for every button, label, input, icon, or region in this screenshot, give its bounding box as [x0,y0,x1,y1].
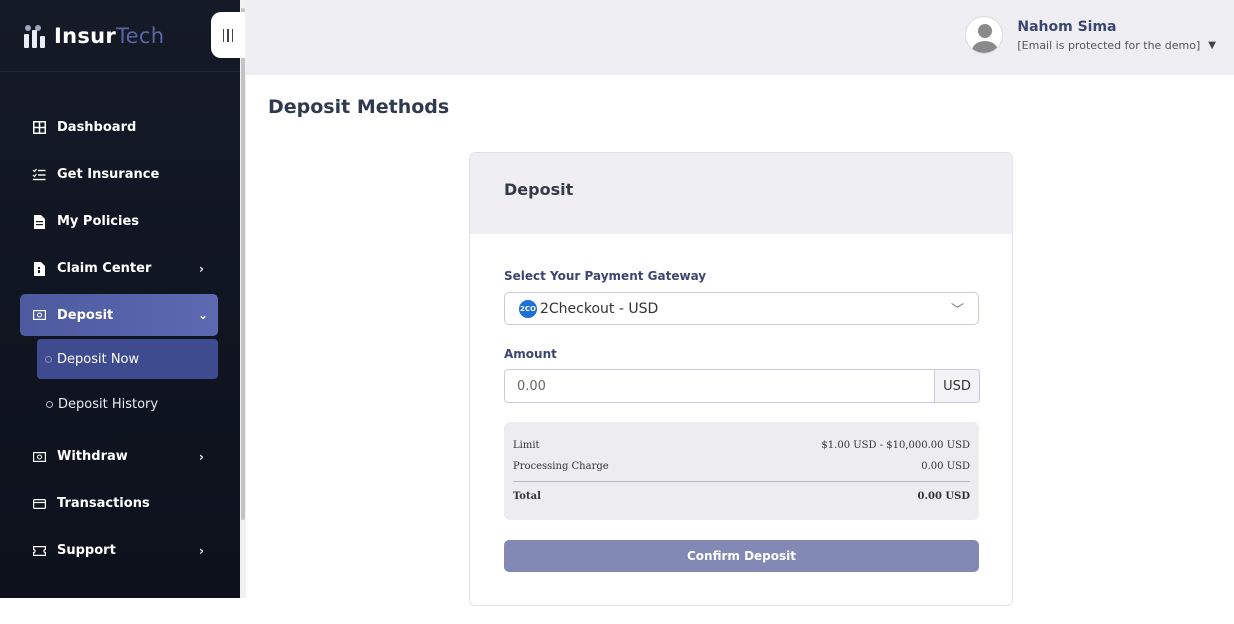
sidebar-subitem-label: Deposit History [58,396,159,412]
sidebar-item-label: Withdraw [57,449,128,464]
avatar[interactable] [965,16,1004,54]
charge-label: Processing Charge [513,461,609,472]
chevron-right-icon: › [199,543,204,558]
total-value: 0.00 USD [917,490,970,502]
sidebar-item-support[interactable]: Support › [0,527,240,574]
confirm-deposit-button[interactable]: Confirm Deposit [504,540,979,572]
chevron-right-icon: › [199,261,204,276]
summary-row-total: Total 0.00 USD [513,481,970,507]
gateway-label: Select Your Payment Gateway [504,269,707,283]
total-label: Total [513,490,541,502]
sidebar-item-deposit[interactable]: Deposit ⌄ [20,294,218,336]
chevron-down-icon: ﹀ [950,303,964,318]
sidebar-item-withdraw[interactable]: Withdraw › [0,433,240,480]
menu-bars-icon [222,28,234,42]
gateway-selected-value: 2Checkout - USD [540,300,659,317]
deposit-summary: Limit $1.00 USD - $10,000.00 USD Process… [504,422,979,520]
amount-label: Amount [504,347,557,361]
user-menu[interactable]: Nahom Sima [Email is protected for the d… [965,16,1216,54]
sidebar-nav: Dashboard Get Insurance My Policies Clai… [0,104,240,574]
amount-group: USD [504,369,980,403]
file-icon [32,261,46,276]
summary-row-limit: Limit $1.00 USD - $10,000.00 USD [513,435,970,456]
limit-label: Limit [513,440,540,451]
deposit-card: Deposit Select Your Payment Gateway 2CO … [469,152,1013,606]
brand-logo[interactable]: InsurTech [0,0,240,72]
page-title: Deposit Methods [268,96,450,118]
payment-gateway-select[interactable]: 2CO 2Checkout - USD ﹀ [504,292,979,325]
sidebar-toggle-button[interactable] [211,12,245,58]
money-icon [32,308,46,322]
card-icon [32,497,46,511]
sidebar-item-label: Dashboard [57,120,137,135]
currency-addon: USD [935,369,980,403]
user-info: Nahom Sima [Email is protected for the d… [1017,19,1200,52]
insurtech-logo-icon [22,23,48,49]
sidebar-item-get-insurance[interactable]: Get Insurance [0,151,240,198]
user-email: [Email is protected for the demo] [1017,38,1201,52]
grid-icon [32,121,46,135]
scrollbar-thumb[interactable] [241,8,245,520]
money-icon [32,450,46,464]
sidebar-item-label: My Policies [57,214,140,229]
circle-icon [46,400,53,408]
list-check-icon [32,168,46,182]
sidebar: InsurTech Dashboard Get Insurance My Pol… [0,0,240,598]
ticket-icon [32,544,46,558]
chevron-right-icon: › [199,449,204,464]
sidebar-subitem-label: Deposit Now [57,351,140,367]
limit-value: $1.00 USD - $10,000.00 USD [821,440,970,451]
card-title: Deposit [470,153,1012,234]
chevron-down-icon: ⌄ [198,308,209,322]
sidebar-item-claim-center[interactable]: Claim Center › [0,245,240,292]
sidebar-item-label: Transactions [57,496,150,511]
summary-row-charge: Processing Charge 0.00 USD [513,456,970,477]
sidebar-item-label: Deposit [57,307,114,323]
sidebar-item-label: Support [57,543,116,558]
caret-down-icon[interactable]: ▼ [1208,40,1216,51]
sidebar-subitem-deposit-history[interactable]: Deposit History [0,384,240,424]
amount-input[interactable] [504,369,935,403]
sidebar-item-label: Claim Center [57,261,152,276]
sidebar-item-label: Get Insurance [57,167,160,182]
circle-icon [45,355,52,363]
sidebar-item-dashboard[interactable]: Dashboard [0,104,240,151]
sidebar-subitem-deposit-now[interactable]: Deposit Now [37,339,218,379]
user-name: Nahom Sima [1017,18,1117,35]
sidebar-item-my-policies[interactable]: My Policies [0,198,240,245]
top-header: Nahom Sima [Email is protected for the d… [246,0,1234,75]
sidebar-item-transactions[interactable]: Transactions [0,480,240,527]
sidebar-scrollbar[interactable] [240,0,246,598]
2checkout-logo-icon: 2CO [519,299,537,318]
charge-value: 0.00 USD [921,461,970,472]
document-icon [32,214,46,229]
brand-name: InsurTech [54,23,165,48]
